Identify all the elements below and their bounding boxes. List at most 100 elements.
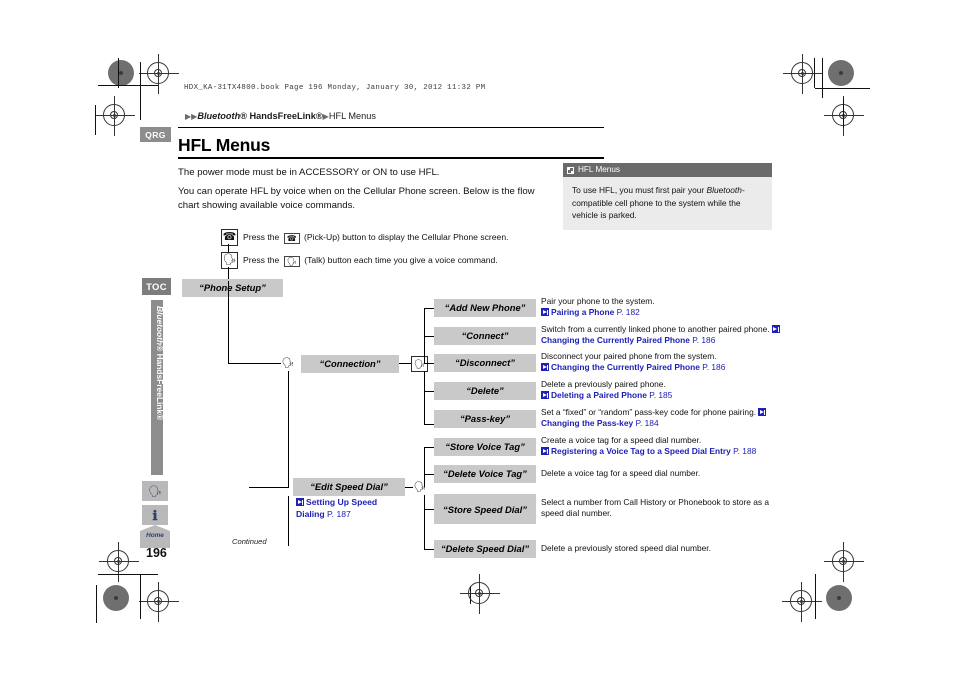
- flow-leaf-link-5[interactable]: Registering a Voice Tag to a Speed Dial …: [551, 446, 731, 456]
- instruction-talk-text-a: Press the: [243, 255, 282, 265]
- crop-line-bl-v2: [96, 585, 97, 623]
- flow-leaf-page-2: P. 186: [702, 362, 726, 373]
- flow-branch-connection[interactable]: “Connection”: [301, 355, 399, 373]
- instruction-pickup: Press the ☎ (Pick-Up) button to display …: [243, 232, 509, 244]
- pickup-icon: ☎: [221, 229, 238, 246]
- flow-leaf-desc-2: Disconnect your paired phone from the sy…: [541, 351, 786, 374]
- page-number: 196: [146, 546, 167, 560]
- flow-leaf-box-4[interactable]: “Pass-key”: [434, 410, 536, 428]
- registration-mark-bottom-right-2: [824, 542, 864, 582]
- registration-mark-bottom-center: [460, 574, 500, 614]
- crop-line-bl-v: [140, 574, 141, 619]
- flow-leaf-link-2[interactable]: Changing the Currently Paired Phone: [551, 362, 700, 372]
- flow-leaf-desc-1: Switch from a currently linked phone to …: [541, 324, 786, 347]
- flow-leaf-box-0[interactable]: “Add New Phone”: [434, 299, 536, 317]
- flow-edit-lead: [249, 487, 289, 489]
- flow-leaf-desc-5: Create a voice tag for a speed dial numb…: [541, 435, 791, 458]
- sidebar-tab-toc[interactable]: TOC: [142, 278, 171, 295]
- flow-leaf-box-5[interactable]: “Store Voice Tag”: [434, 438, 536, 456]
- flow-edit-note: Setting Up Speed Dialing P. 187: [296, 497, 408, 520]
- flow-leaf-link-0[interactable]: Pairing a Phone: [551, 307, 614, 317]
- callout-heading-text: HFL Menus: [578, 165, 621, 174]
- breadcrumb-item-bluetooth: Bluetooth®: [197, 111, 247, 121]
- flow-leaf-box-1[interactable]: “Connect”: [434, 327, 536, 345]
- registration-mark-bottom-left-2: [139, 582, 179, 622]
- flow-rail-edit-up: [424, 447, 426, 487]
- divider-title: [178, 157, 604, 159]
- crop-line-tr-v3: [843, 98, 844, 128]
- crop-line-tr-h: [815, 88, 870, 89]
- flow-root-box[interactable]: “Phone Setup”: [182, 279, 283, 297]
- flow-leaf-desc-text-3: Delete a previously paired phone.: [541, 379, 666, 389]
- flow-rail-edit-down: [424, 495, 426, 550]
- flow-leaf-box-3[interactable]: “Delete”: [434, 382, 536, 400]
- flow-leaf-box-7[interactable]: “Store Speed Dial”: [434, 494, 536, 524]
- registration-mark-top-right: [783, 54, 823, 94]
- flow-leaf-desc-text-6: Delete a voice tag for a speed dial numb…: [541, 468, 701, 478]
- flow-leaf-box-2[interactable]: “Disconnect”: [434, 354, 536, 372]
- intro-paragraph-1: The power mode must be in ACCESSORY or O…: [178, 167, 440, 178]
- flow-root-trunk: [228, 297, 230, 364]
- sidebar-info-icon[interactable]: ℹ: [142, 505, 168, 525]
- flow-rail-connection-down: [424, 371, 426, 425]
- manual-page: HDX_KA-31TX4800.book Page 196 Monday, Ja…: [0, 0, 954, 675]
- callout-text-b: compatible cell phone to the system whil…: [572, 197, 741, 221]
- callout-header: HFL Menus: [563, 163, 772, 178]
- flow-leaf-desc-text-0: Pair your phone to the system.: [541, 296, 655, 306]
- talk-icon: 🗣: [221, 252, 238, 269]
- flow-trunk-to-edit: [288, 371, 290, 488]
- flow-leaf-page-1: P. 186: [692, 335, 716, 346]
- flow-leaf-link-4[interactable]: Changing the Pass-key: [541, 418, 633, 428]
- flow-leaf-desc-text-2: Disconnect your paired phone from the sy…: [541, 351, 717, 361]
- crop-line-tr-v2: [822, 58, 823, 98]
- jump-icon: [541, 447, 549, 456]
- flow-leaf-desc-4: Set a “fixed” or “random” pass-key code …: [541, 407, 786, 430]
- sidebar-vertical-label: Bluetooth® HandsFreeLink®: [155, 306, 165, 420]
- sidebar-voice-icon[interactable]: 🗣: [142, 481, 168, 501]
- flow-leaf-box-6[interactable]: “Delete Voice Tag”: [434, 465, 536, 483]
- registration-mark-bottom-right: [782, 582, 822, 622]
- instruction-pickup-text-b: (Pick-Up) button to display the Cellular…: [301, 232, 509, 242]
- flow-leaf-page-5: P. 188: [733, 446, 757, 457]
- crop-line-tl-v2: [118, 58, 119, 88]
- flow-trunk-continued: [288, 496, 290, 546]
- registration-dot-top-right: [828, 60, 854, 86]
- flow-leaf-desc-text-4: Set a “fixed” or “random” pass-key code …: [541, 407, 757, 417]
- flow-leaf-desc-0: Pair your phone to the system. Pairing a…: [541, 296, 786, 319]
- sidebar-vertical-label-a: Bluetooth®: [155, 306, 165, 352]
- callout-text-a: To use HFL, you must first pair your: [572, 185, 707, 196]
- jump-icon: [296, 498, 304, 506]
- page-title: HFL Menus: [178, 135, 271, 155]
- flow-leaf-link-1[interactable]: Changing the Currently Paired Phone: [541, 335, 690, 345]
- flow-branch-edit-speed-dial[interactable]: “Edit Speed Dial”: [293, 478, 405, 496]
- registration-mark-bottom-left: [99, 542, 139, 582]
- jump-icon: [541, 363, 549, 372]
- instruction-talk-text-b: (Talk) button each time you give a voice…: [301, 255, 498, 265]
- jump-icon: [541, 308, 549, 317]
- flow-leaf-link-3[interactable]: Deleting a Paired Phone: [551, 390, 647, 400]
- jump-icon: [758, 408, 767, 416]
- flow-talk-node-connection: 🗣: [281, 356, 295, 371]
- sidebar-tab-qrg[interactable]: QRG: [140, 127, 171, 142]
- flow-leaf-desc-text-7: Select a number from Call History or Pho…: [541, 497, 770, 519]
- file-stamp: HDX_KA-31TX4800.book Page 196 Monday, Ja…: [184, 84, 486, 92]
- crop-line-bl-h: [98, 574, 158, 575]
- flow-leaf-desc-text-8: Delete a previously stored speed dial nu…: [541, 543, 711, 553]
- flow-leaf-page-0: P. 182: [616, 307, 640, 318]
- sidebar-vertical-tab[interactable]: Bluetooth® HandsFreeLink®: [151, 300, 165, 475]
- divider-top: [178, 127, 604, 128]
- flow-leaf-box-8[interactable]: “Delete Speed Dial”: [434, 540, 536, 558]
- instruction-talk: Press the 🗣 (Talk) button each time you …: [243, 255, 498, 267]
- flow-leaf-page-3: P. 185: [649, 390, 673, 401]
- registration-dot-top-left: [108, 60, 134, 86]
- info-callout: HFL Menus To use HFL, you must first pai…: [563, 163, 772, 231]
- flow-leaf-desc-6: Delete a voice tag for a speed dial numb…: [541, 468, 786, 479]
- intro-paragraph-2: You can operate HFL by voice when on the…: [178, 186, 535, 211]
- jump-icon: [541, 391, 549, 400]
- crop-line-tl-v3: [95, 105, 96, 135]
- flow-leaf-page-4: P. 184: [635, 418, 659, 429]
- instruction-pickup-text-a: Press the: [243, 232, 282, 242]
- crop-line-br-v: [815, 574, 816, 619]
- flow-leaf-desc-7: Select a number from Call History or Pho…: [541, 497, 786, 520]
- flow-edit-note-page: P. 187: [327, 508, 351, 519]
